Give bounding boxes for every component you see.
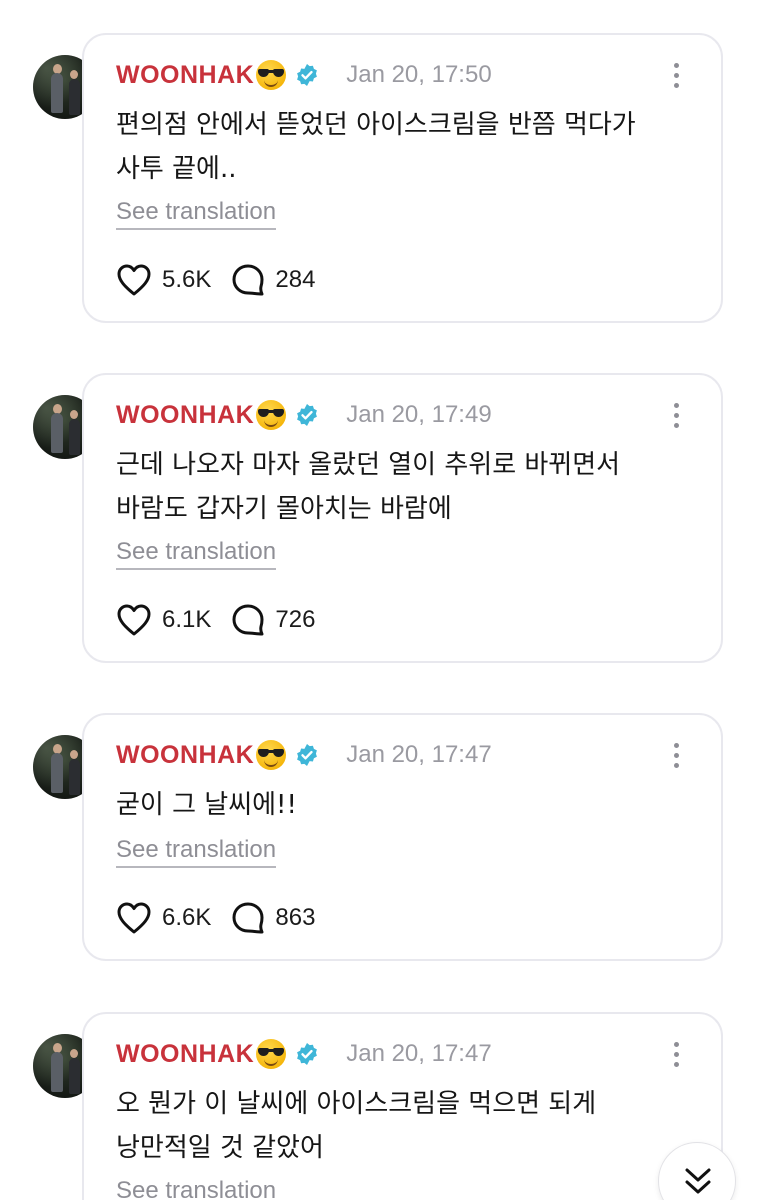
post-feed: WOONHAK Jan 20, 17:50 편의점 안에서 뜯었던 아이스크림을…: [0, 0, 757, 1200]
sunglasses-emoji-icon: [256, 400, 287, 430]
see-translation-link[interactable]: See translation: [116, 1176, 276, 1200]
heart-icon[interactable]: [116, 603, 152, 637]
username[interactable]: WOONHAK: [116, 61, 254, 90]
see-translation-link[interactable]: See translation: [116, 835, 277, 868]
verified-badge-icon: [297, 404, 318, 426]
reply-bubble-icon[interactable]: [231, 263, 265, 297]
post-timestamp: Jan 20, 17:47: [346, 1040, 492, 1067]
post-card[interactable]: WOONHAK Jan 20, 17:50 편의점 안에서 뜯었던 아이스크림을…: [82, 33, 723, 323]
post-timestamp: Jan 20, 17:50: [346, 61, 492, 88]
post-item: WOONHAK Jan 20, 17:50 편의점 안에서 뜯었던 아이스크림을…: [0, 33, 757, 323]
verified-badge-icon: [297, 1043, 318, 1065]
post-text: 편의점 안에서 뜯었던 아이스크림을 반쯤 먹다가 사투 끝에..: [116, 110, 636, 184]
username[interactable]: WOONHAK: [116, 1040, 254, 1069]
verified-badge-icon: [297, 744, 318, 766]
sunglasses-emoji-icon: [256, 740, 287, 770]
username[interactable]: WOONHAK: [116, 401, 254, 430]
post-item: WOONHAK Jan 20, 17:47 오 뭔가 이 날씨에 아이스크림을 …: [0, 1012, 757, 1200]
heart-icon[interactable]: [116, 901, 152, 935]
reply-count: 863: [275, 904, 316, 931]
post-header: WOONHAK Jan 20, 17:49: [116, 397, 492, 433]
reply-bubble-icon[interactable]: [231, 603, 265, 637]
post-actions: 6.1K 726: [116, 603, 315, 637]
post-header: WOONHAK Jan 20, 17:50: [116, 57, 492, 93]
post-header: WOONHAK Jan 20, 17:47: [116, 737, 492, 773]
more-vertical-icon[interactable]: [673, 743, 681, 769]
post-header: WOONHAK Jan 20, 17:47: [116, 1036, 492, 1072]
post-text: 근데 나오자 마자 올랐던 열이 추위로 바뀌면서 바람도 갑자기 몰아치는 바…: [116, 450, 621, 524]
see-translation-link[interactable]: See translation: [116, 197, 277, 230]
post-actions: 5.6K 284: [116, 263, 315, 297]
verified-badge-icon: [297, 64, 318, 86]
reply-count: 284: [275, 266, 316, 293]
post-item: WOONHAK Jan 20, 17:47 굳이 그 날씨에!! See tra…: [0, 713, 757, 961]
post-card[interactable]: WOONHAK Jan 20, 17:47 오 뭔가 이 날씨에 아이스크림을 …: [82, 1012, 723, 1200]
like-count: 6.6K: [162, 904, 212, 931]
post-text: 굳이 그 날씨에!!: [116, 790, 297, 820]
post-actions: 6.6K 863: [116, 901, 315, 935]
username[interactable]: WOONHAK: [116, 741, 254, 770]
post-card[interactable]: WOONHAK Jan 20, 17:47 굳이 그 날씨에!! See tra…: [82, 713, 723, 961]
sunglasses-emoji-icon: [256, 60, 287, 90]
post-card[interactable]: WOONHAK Jan 20, 17:49 근데 나오자 마자 올랐던 열이 추…: [82, 373, 723, 663]
post-timestamp: Jan 20, 17:47: [346, 741, 492, 768]
post-item: WOONHAK Jan 20, 17:49 근데 나오자 마자 올랐던 열이 추…: [0, 373, 757, 663]
like-count: 5.6K: [162, 266, 212, 293]
post-text: 오 뭔가 이 날씨에 아이스크림을 먹으면 되게 낭만적일 것 같았어: [116, 1089, 597, 1163]
more-vertical-icon[interactable]: [673, 403, 681, 429]
heart-icon[interactable]: [116, 263, 152, 297]
more-vertical-icon[interactable]: [673, 63, 681, 89]
more-vertical-icon[interactable]: [673, 1042, 681, 1068]
double-chevron-down-icon: [685, 1168, 711, 1194]
see-translation-link[interactable]: See translation: [116, 537, 277, 570]
sunglasses-emoji-icon: [256, 1039, 287, 1069]
reply-count: 726: [275, 606, 316, 633]
post-timestamp: Jan 20, 17:49: [346, 401, 492, 428]
reply-bubble-icon[interactable]: [231, 901, 265, 935]
like-count: 6.1K: [162, 606, 212, 633]
